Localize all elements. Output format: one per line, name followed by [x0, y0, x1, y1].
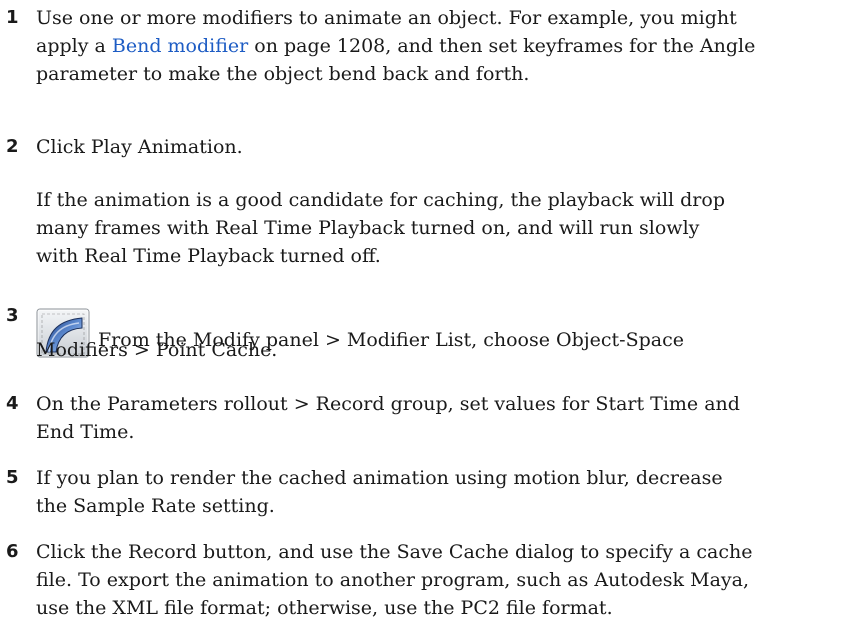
- step-text: Use one or more modifiers to animate an …: [36, 4, 836, 88]
- step-number: 6: [6, 541, 19, 562]
- text-line: the Sample Rate setting.: [36, 495, 275, 517]
- text-line: Modifiers > Point Cache.: [36, 339, 278, 361]
- step-text: If you plan to render the cached animati…: [36, 464, 836, 520]
- step-paragraph: If the animation is a good candidate for…: [36, 186, 836, 270]
- step-number: 1: [6, 7, 19, 28]
- text-line: From the Modify panel > Modifier List, c…: [36, 302, 836, 358]
- step-text: Modifiers > Point Cache.: [36, 336, 836, 364]
- text-line: use the XML file format; otherwise, use …: [36, 597, 613, 619]
- text-line: End Time.: [36, 421, 135, 443]
- step-number: 4: [6, 393, 19, 414]
- text-segment: apply a: [36, 35, 112, 57]
- step-number: 3: [6, 305, 19, 326]
- text-line: many frames with Real Time Playback turn…: [36, 217, 700, 239]
- step-text: From the Modify panel > Modifier List, c…: [36, 302, 836, 358]
- step-text: Click the Record button, and use the Sav…: [36, 538, 836, 622]
- text-line: On the Parameters rollout > Record group…: [36, 393, 740, 415]
- text-line: If the animation is a good candidate for…: [36, 189, 725, 211]
- text-line: Click the Record button, and use the Sav…: [36, 541, 753, 563]
- text-line: parameter to make the object bend back a…: [36, 63, 530, 85]
- step-number: 2: [6, 136, 19, 157]
- text-line: apply a Bend modifier on page 1208, and …: [36, 32, 836, 60]
- text-line: file. To export the animation to another…: [36, 569, 749, 591]
- text-line: Click Play Animation.: [36, 136, 243, 158]
- text-segment: on page 1208, and then set keyframes for…: [248, 35, 756, 57]
- text-line: with Real Time Playback turned off.: [36, 245, 381, 267]
- text-line: If you plan to render the cached animati…: [36, 467, 723, 489]
- text-line: Use one or more modifiers to animate an …: [36, 7, 737, 29]
- bend-modifier-link[interactable]: Bend modifier: [112, 35, 248, 57]
- step-text: On the Parameters rollout > Record group…: [36, 390, 836, 446]
- step-text: Click Play Animation.: [36, 133, 836, 161]
- step-number: 5: [6, 467, 19, 488]
